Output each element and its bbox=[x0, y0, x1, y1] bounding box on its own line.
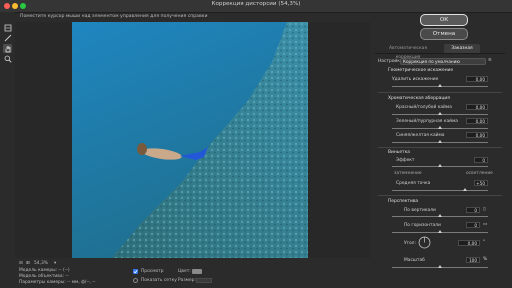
grid-color-label: Цвет: bbox=[178, 269, 191, 274]
midpoint-slider[interactable] bbox=[392, 190, 488, 191]
vignette-heading: Виньетка bbox=[388, 150, 410, 155]
scale-label: Масштаб bbox=[404, 258, 425, 263]
divider bbox=[378, 195, 502, 196]
window-title: Коррекция дисторсии (54,3%) bbox=[211, 1, 301, 7]
help-hint: Поместите курсор мыши над элементом упра… bbox=[20, 14, 208, 19]
blue-yellow-thumb[interactable] bbox=[438, 140, 442, 143]
grid-color-swatch[interactable] bbox=[192, 269, 202, 274]
zoom-tool[interactable] bbox=[3, 54, 12, 63]
lens-model: Модель объектива: -- bbox=[19, 274, 69, 279]
blue-yellow-input[interactable]: 0,00 bbox=[466, 132, 488, 138]
hand-tool[interactable] bbox=[3, 44, 12, 53]
angle-label: Угол: bbox=[404, 241, 416, 246]
cancel-button[interactable]: Отмена bbox=[420, 28, 468, 40]
underwater-photo bbox=[72, 22, 308, 258]
lighten-label: осветление bbox=[466, 171, 493, 176]
midpoint-label: Средняя точка bbox=[396, 181, 431, 186]
scale-unit: % bbox=[483, 257, 488, 262]
chromatic-aberration-heading: Хроматическая аберрация bbox=[388, 96, 450, 101]
tab-custom[interactable]: Заказная bbox=[444, 44, 480, 53]
vignette-amount-label: Эффект bbox=[396, 158, 415, 163]
degree-symbol: ° bbox=[483, 240, 486, 245]
horizontal-perspective-thumb[interactable] bbox=[438, 230, 442, 233]
horizontal-perspective-label: По горизонтали bbox=[404, 223, 441, 228]
red-cyan-label: Красный/голубой кайма bbox=[396, 105, 452, 110]
checkmark-icon bbox=[133, 270, 138, 274]
blue-yellow-label: Синяя/желтая кайма bbox=[396, 133, 445, 138]
preview-image bbox=[72, 22, 308, 258]
scale-input[interactable]: 100 bbox=[466, 257, 480, 263]
preview-label: Просмотр bbox=[141, 269, 164, 274]
geometric-distortion-heading: Геометрическое искажение bbox=[388, 68, 454, 73]
camera-settings: Параметры камеры: -- мм, ф/--, -- bbox=[19, 280, 96, 285]
straighten-tool[interactable] bbox=[3, 33, 12, 42]
ok-button[interactable]: ОК bbox=[420, 14, 468, 26]
midpoint-input[interactable]: +50 bbox=[474, 180, 488, 186]
vertical-perspective-label: По вертикали bbox=[404, 208, 436, 213]
darken-label: затемнение bbox=[394, 171, 422, 176]
remove-distortion-label: Удалить искажение bbox=[392, 77, 439, 82]
horizontal-perspective-icon: ▭ bbox=[483, 222, 488, 227]
green-magenta-thumb[interactable] bbox=[438, 126, 442, 129]
remove-distortion-thumb[interactable] bbox=[438, 84, 442, 87]
scale-thumb[interactable] bbox=[438, 265, 442, 268]
green-magenta-input[interactable]: 0,00 bbox=[466, 118, 488, 124]
settings-menu-icon[interactable]: ≡ bbox=[488, 58, 492, 63]
angle-dial-icon[interactable] bbox=[418, 236, 431, 249]
remove-distortion-tool[interactable] bbox=[3, 23, 12, 32]
show-grid-checkbox[interactable] bbox=[133, 278, 138, 283]
zoom-icon bbox=[4, 55, 12, 63]
horizontal-perspective-input[interactable]: 0 bbox=[466, 222, 480, 228]
midpoint-thumb[interactable] bbox=[463, 188, 467, 191]
zoom-dropdown-icon[interactable]: ▾ bbox=[54, 261, 56, 266]
camera-model: Модель камеры: -- (--) bbox=[19, 268, 70, 273]
tab-auto-correction[interactable]: Автоматическая коррекция bbox=[376, 44, 440, 60]
zoom-out-button[interactable]: ⊟ bbox=[19, 261, 23, 266]
red-cyan-thumb[interactable] bbox=[438, 112, 442, 115]
distortion-tool-icon bbox=[4, 24, 11, 31]
vertical-perspective-thumb[interactable] bbox=[438, 214, 442, 217]
remove-distortion-input[interactable]: 0,00 bbox=[466, 76, 488, 82]
angle-input[interactable]: 0,00 bbox=[458, 240, 480, 246]
green-magenta-label: Зеленый/пурпурная кайма bbox=[396, 119, 459, 124]
zoom-level[interactable]: 54,3% bbox=[34, 261, 48, 266]
vertical-perspective-icon: ▯ bbox=[483, 207, 486, 212]
vertical-perspective-input[interactable]: 0 bbox=[466, 207, 480, 213]
zoom-in-button[interactable]: ⊞ bbox=[26, 261, 30, 266]
grid-size-input[interactable] bbox=[196, 278, 212, 283]
show-grid-label: Показать сетку bbox=[141, 278, 177, 283]
hand-icon bbox=[5, 45, 10, 52]
divider bbox=[378, 147, 502, 148]
red-cyan-input[interactable]: 0,00 bbox=[466, 104, 488, 110]
straighten-tool-icon bbox=[4, 34, 11, 41]
preview-checkbox[interactable] bbox=[133, 269, 138, 274]
divider bbox=[378, 92, 502, 93]
perspective-heading: Перспектива bbox=[388, 199, 419, 204]
settings-dropdown[interactable]: Коррекция по умолчанию bbox=[400, 58, 486, 65]
grid-size-label: Размер: bbox=[178, 278, 196, 283]
vignette-amount-input[interactable]: 0 bbox=[474, 157, 488, 163]
vignette-amount-thumb[interactable] bbox=[438, 164, 442, 167]
